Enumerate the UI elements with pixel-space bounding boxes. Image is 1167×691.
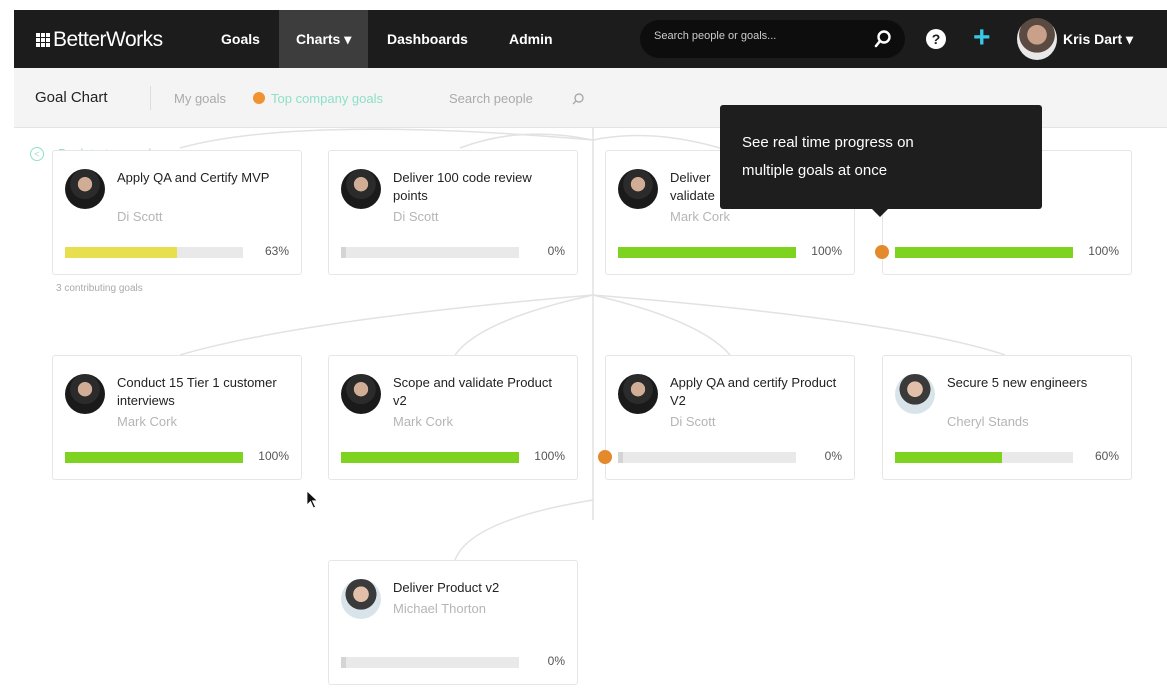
- progress-fill: [341, 657, 347, 668]
- owner-avatar: [341, 169, 381, 209]
- goal-card[interactable]: Scope and validate Product v2 Mark Cork …: [328, 355, 578, 480]
- progress-fill: [341, 452, 519, 463]
- progress-percent: 0%: [547, 654, 565, 668]
- progress-bar: [65, 452, 243, 463]
- progress-fill: [65, 247, 178, 258]
- status-dot: [875, 245, 889, 259]
- feature-tooltip: See real time progress on multiple goals…: [720, 105, 1042, 217]
- goal-owner: Di Scott: [393, 209, 439, 224]
- goal-owner: Mark Cork: [670, 209, 730, 224]
- goal-owner: Cheryl Stands: [947, 414, 1029, 429]
- goal-card[interactable]: Deliver Product v2 Michael Thorton 0%: [328, 560, 578, 685]
- progress-bar: [341, 247, 519, 258]
- owner-avatar: [65, 169, 105, 209]
- owner-avatar: [65, 374, 105, 414]
- progress-percent: 63%: [264, 244, 289, 258]
- tooltip-line-2: multiple goals at once: [742, 162, 888, 179]
- owner-avatar: [618, 169, 658, 209]
- goal-owner: Mark Cork: [117, 414, 177, 429]
- progress-fill: [895, 452, 1002, 463]
- owner-avatar: [341, 579, 381, 619]
- owner-avatar: [895, 374, 935, 414]
- progress-bar: [618, 247, 796, 258]
- goal-card[interactable]: Conduct 15 Tier 1 customer interviews Ma…: [52, 355, 302, 480]
- owner-avatar: [341, 374, 381, 414]
- goal-title: Scope and validate Product v2: [393, 375, 552, 408]
- progress-bar: [65, 247, 243, 258]
- progress-bar: [895, 247, 1073, 258]
- progress-percent: 60%: [1094, 449, 1119, 463]
- goal-card[interactable]: Apply QA and Certify MVP Di Scott 63%: [52, 150, 302, 275]
- status-dot: [598, 450, 612, 464]
- progress-bar: [895, 452, 1073, 463]
- progress-percent: 100%: [534, 449, 565, 463]
- progress-bar: [341, 452, 519, 463]
- progress-bar: [618, 452, 796, 463]
- progress-percent: 100%: [811, 244, 842, 258]
- progress-percent: 0%: [547, 244, 565, 258]
- goal-owner: Mark Cork: [393, 414, 453, 429]
- goal-owner: Di Scott: [670, 414, 716, 429]
- goal-title: Apply QA and certify Product V2: [670, 375, 837, 408]
- contributing-goals-link[interactable]: 3 contributing goals: [56, 283, 143, 294]
- goal-title: Conduct 15 Tier 1 customer interviews: [117, 375, 277, 408]
- owner-avatar: [618, 374, 658, 414]
- goal-title: Apply QA and Certify MVP: [117, 170, 270, 185]
- progress-fill: [618, 247, 796, 258]
- back-arrow-icon: <: [30, 146, 44, 161]
- goal-owner: Di Scott: [117, 209, 163, 224]
- progress-fill: [65, 452, 243, 463]
- tooltip-line-1: See real time progress on: [742, 134, 914, 151]
- progress-percent: 100%: [1088, 244, 1119, 258]
- goal-owner: Michael Thorton: [393, 601, 486, 616]
- goal-title: Deliver 100 code review points: [393, 170, 532, 203]
- progress-percent: 100%: [258, 449, 289, 463]
- goal-title: Deliver Product v2: [393, 580, 500, 595]
- mouse-cursor-icon: [306, 490, 319, 509]
- tree-connectors: [179, 128, 1006, 561]
- goal-card[interactable]: Deliver 100 code review points Di Scott …: [328, 150, 578, 275]
- goal-card[interactable]: Apply QA and certify Product V2 Di Scott…: [598, 355, 855, 480]
- progress-fill: [618, 452, 624, 463]
- goal-title: Secure 5 new engineers: [947, 375, 1088, 390]
- progress-fill: [341, 247, 347, 258]
- goal-card[interactable]: Secure 5 new engineers Cheryl Stands 60%: [882, 355, 1132, 480]
- progress-percent: 0%: [824, 449, 842, 463]
- progress-bar: [341, 657, 519, 668]
- progress-fill: [895, 247, 1073, 258]
